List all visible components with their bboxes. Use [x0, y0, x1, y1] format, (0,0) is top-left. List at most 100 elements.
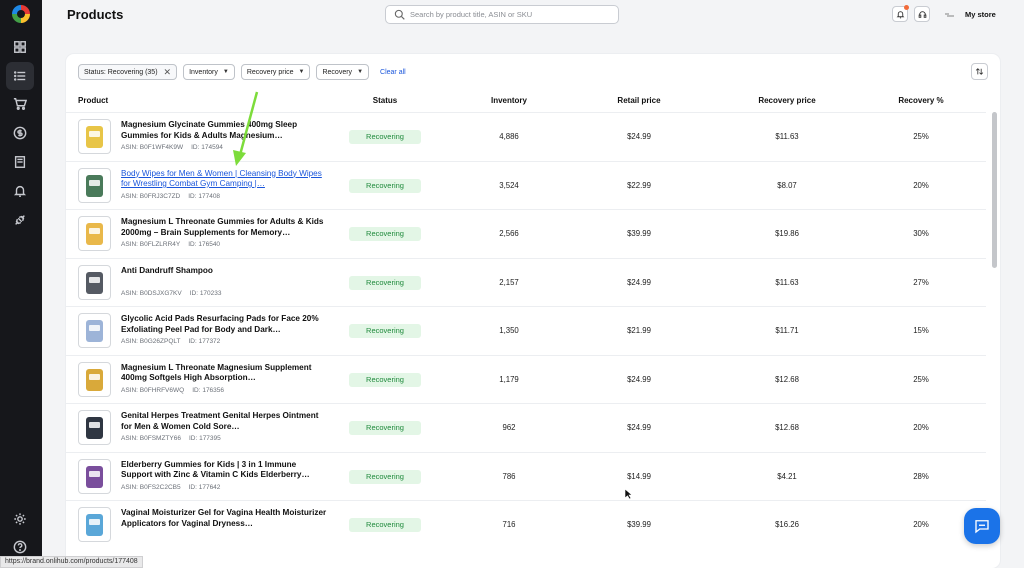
table-row[interactable]: Body Wipes for Men & Women | Cleansing B…	[66, 160, 986, 210]
book-icon[interactable]	[6, 148, 34, 176]
table-row[interactable]: Genital Herpes Treatment Genital Herpes …	[66, 403, 986, 452]
product-asin: ASIN: B0FHRFV6WQ	[121, 386, 185, 394]
product-name-link[interactable]: Elderberry Gummies for Kids | 3 in 1 Imm…	[121, 460, 327, 481]
status-filter-chip[interactable]: Status: Recovering (35) ✕	[78, 64, 178, 80]
inventory-cell: 2,157	[499, 277, 519, 287]
recovery-percent-cell: 20%	[913, 180, 929, 190]
retail-price-cell: $14.99	[627, 471, 651, 481]
product-thumbnail[interactable]	[78, 507, 111, 542]
inventory-filter-label: Inventory	[189, 68, 218, 76]
status-filter-label: Status: Recovering (35)	[84, 68, 158, 76]
status-badge: Recovering	[349, 518, 421, 532]
table-header: Product Status Inventory Retail price Re…	[66, 94, 986, 110]
retail-price-cell: $24.99	[627, 277, 651, 287]
product-asin: ASIN: B0G26ZPQLT	[121, 338, 181, 345]
notifications-button[interactable]	[892, 5, 909, 22]
product-id: ID: 177408	[188, 192, 221, 200]
product-id: ID: 174594	[191, 144, 223, 151]
inventory-cell: 4,886	[499, 132, 519, 141]
recovery-percent-cell: 20%	[913, 520, 929, 529]
logo-icon[interactable]	[12, 5, 30, 23]
product-image	[86, 320, 103, 342]
table-row[interactable]: Anti Dandruff Shampoo ASIN: B0DSJXG7KV ID:…	[66, 257, 986, 307]
dashboard-icon[interactable]	[6, 33, 34, 61]
product-asin: ASIN: B0FRJ3C7ZD	[121, 192, 181, 200]
scrollbar-thumb[interactable]	[992, 112, 997, 268]
retail-price-cell: $21.99	[627, 326, 651, 335]
recovery-price-cell: $11.63	[775, 132, 799, 141]
store-selector[interactable]: My store	[965, 10, 996, 19]
column-inventory[interactable]: Inventory	[474, 96, 544, 105]
chat-button[interactable]	[964, 508, 1000, 544]
product-image	[86, 514, 103, 536]
product-label-patch	[89, 131, 100, 137]
table-row[interactable]: Vaginal Moisturizer Gel for Vagina Healt…	[66, 500, 986, 549]
product-name-link[interactable]: Anti Dandruff Shampoo	[121, 266, 327, 287]
product-thumbnail[interactable]	[78, 216, 111, 251]
column-status[interactable]: Status	[350, 96, 420, 105]
bell-icon[interactable]	[6, 177, 34, 205]
search-input[interactable]	[410, 8, 610, 21]
product-name-link[interactable]: Magnesium Glycinate Gummies 400mg Sleep …	[121, 120, 327, 141]
product-image	[86, 417, 103, 439]
inventory-filter[interactable]: Inventory ▼	[183, 64, 235, 80]
list-icon[interactable]	[6, 62, 34, 90]
product-thumbnail[interactable]	[78, 167, 111, 203]
column-recovery-percent[interactable]: Recovery %	[886, 96, 956, 105]
inventory-cell: 2,566	[499, 229, 519, 238]
close-icon[interactable]: ✕	[164, 67, 172, 77]
product-thumbnail[interactable]	[78, 458, 111, 494]
column-retail-price[interactable]: Retail price	[604, 96, 674, 105]
plug-icon[interactable]	[6, 206, 34, 234]
page-title: Products	[67, 7, 124, 22]
status-badge: Recovering	[349, 372, 421, 387]
product-name-link[interactable]: Vaginal Moisturizer Gel for Vagina Healt…	[121, 508, 327, 529]
product-thumbnail[interactable]	[78, 264, 111, 300]
product-image	[86, 368, 103, 391]
column-product[interactable]: Product	[78, 96, 108, 105]
table-row[interactable]: Elderberry Gummies for Kids | 3 in 1 Imm…	[66, 451, 986, 501]
recovery-percent-cell: 25%	[913, 132, 929, 141]
recovery-price-cell: $16.26	[775, 520, 799, 529]
recovery-price-cell: $12.68	[775, 423, 799, 432]
table-row[interactable]: Magnesium L Threonate Magnesium Suppleme…	[66, 354, 986, 404]
recovery-price-filter[interactable]: Recovery price ▼	[240, 64, 311, 80]
bell-icon	[896, 10, 904, 18]
product-asin: ASIN: B0DSJXG7KV	[121, 289, 182, 297]
product-name-link[interactable]: Genital Herpes Treatment Genital Herpes …	[121, 411, 327, 432]
sort-button[interactable]	[971, 63, 988, 80]
dollar-icon[interactable]	[6, 119, 34, 147]
search-box[interactable]	[385, 5, 619, 24]
store-logo-icon	[945, 13, 954, 17]
table-row[interactable]: Magnesium L Threonate Gummies for Adults…	[66, 209, 986, 258]
recovery-filter[interactable]: Recovery ▼	[316, 64, 370, 80]
chevron-down-icon: ▼	[357, 69, 364, 75]
support-button[interactable]	[914, 6, 930, 22]
product-asin: ASIN: B0F1WF4K9W	[121, 144, 184, 151]
product-thumbnail[interactable]	[78, 119, 111, 154]
recovery-percent-cell: 30%	[913, 229, 929, 238]
status-badge: Recovering	[349, 227, 421, 241]
product-meta: ASIN: B0FS2C2CB5 ID: 177642	[121, 484, 220, 491]
product-thumbnail[interactable]	[78, 361, 111, 397]
clear-all-link[interactable]: Clear all	[380, 69, 406, 76]
product-name-link[interactable]: Glycolic Acid Pads Resurfacing Pads for …	[121, 314, 327, 335]
product-name-link[interactable]: Body Wipes for Men & Women | Cleansing B…	[121, 169, 327, 190]
product-asin: ASIN: B0FSMZTY66	[121, 435, 181, 442]
product-thumbnail[interactable]	[78, 410, 111, 445]
product-label-patch	[89, 422, 100, 428]
product-name-link[interactable]: Magnesium L Threonate Gummies for Adults…	[121, 217, 327, 238]
filter-bar: Status: Recovering (35) ✕ Inventory ▼ Re…	[78, 64, 406, 80]
product-label-patch	[89, 373, 100, 380]
table-row[interactable]: Magnesium Glycinate Gummies 400mg Sleep …	[66, 112, 986, 161]
product-meta: ASIN: B0FRJ3C7ZD ID: 177408	[121, 193, 220, 200]
table-row[interactable]: Glycolic Acid Pads Resurfacing Pads for …	[66, 306, 986, 355]
inventory-cell: 962	[502, 423, 516, 432]
product-thumbnail[interactable]	[78, 313, 111, 348]
column-recovery-price[interactable]: Recovery price	[752, 96, 822, 105]
product-name-link[interactable]: Magnesium L Threonate Magnesium Suppleme…	[121, 363, 327, 384]
recovery-price-cell: $4.21	[777, 471, 797, 481]
cart-icon[interactable]	[6, 90, 34, 118]
scrollbar[interactable]	[992, 98, 997, 568]
gear-icon[interactable]	[6, 505, 34, 533]
